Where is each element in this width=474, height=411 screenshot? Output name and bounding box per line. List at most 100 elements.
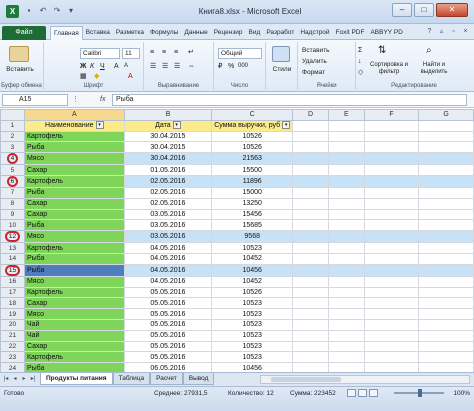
- empty-cell[interactable]: [363, 208, 420, 221]
- empty-cell[interactable]: [327, 219, 365, 232]
- row-header[interactable]: 23: [0, 351, 25, 364]
- cell-revenue[interactable]: 10523: [211, 297, 294, 310]
- cell-date[interactable]: 05.05.2016: [123, 340, 213, 353]
- zoom-level[interactable]: 100%: [453, 389, 470, 398]
- cell-date[interactable]: 03.05.2016: [123, 219, 213, 232]
- empty-cell[interactable]: [363, 242, 420, 254]
- cell-date[interactable]: 04.05.2016: [123, 252, 213, 265]
- paste-button[interactable]: Вставить: [2, 66, 38, 73]
- align-left-icon[interactable]: ☰: [150, 62, 156, 71]
- empty-cell[interactable]: [363, 230, 420, 244]
- row-header[interactable]: 7: [0, 186, 25, 199]
- empty-cell[interactable]: [418, 263, 474, 277]
- underline-button[interactable]: Ч: [100, 62, 105, 71]
- find-select-icon[interactable]: ⌕: [426, 46, 432, 56]
- styles-icon[interactable]: [272, 46, 290, 62]
- cell-name[interactable]: Мясо: [23, 275, 125, 288]
- row-header[interactable]: 24: [0, 362, 25, 372]
- cell-revenue[interactable]: 9568: [211, 230, 294, 244]
- empty-cell[interactable]: [327, 263, 365, 277]
- fill-color-icon[interactable]: ◆: [94, 72, 99, 81]
- cell-name[interactable]: Сахар: [23, 208, 125, 221]
- header-cell[interactable]: Дата ▾: [123, 119, 213, 132]
- empty-cell[interactable]: [418, 141, 474, 154]
- empty-cell[interactable]: [327, 340, 365, 353]
- column-header[interactable]: G: [418, 109, 474, 121]
- column-header[interactable]: D: [292, 109, 329, 121]
- row-header[interactable]: 4: [0, 152, 25, 166]
- empty-cell[interactable]: [292, 263, 329, 277]
- empty-cell[interactable]: [292, 340, 329, 353]
- sort-filter-button[interactable]: Сортировка и фильтр: [368, 62, 410, 76]
- cell-date[interactable]: 02.05.2016: [123, 197, 213, 210]
- align-center-icon[interactable]: ☰: [162, 62, 168, 71]
- delete-cells-button[interactable]: Удалить: [302, 57, 327, 66]
- empty-cell[interactable]: [327, 119, 365, 132]
- cell-revenue[interactable]: 10526: [211, 141, 294, 154]
- empty-cell[interactable]: [363, 197, 420, 210]
- select-all-corner[interactable]: [0, 109, 25, 121]
- tab-9[interactable]: Foxit PDF: [333, 26, 368, 40]
- empty-cell[interactable]: [292, 152, 329, 166]
- cell-date[interactable]: 30.04.2016: [123, 152, 213, 166]
- empty-cell[interactable]: [292, 286, 329, 299]
- cell-date[interactable]: 03.05.2016: [123, 208, 213, 221]
- cell-name[interactable]: Сахар: [23, 164, 125, 176]
- empty-cell[interactable]: [327, 329, 365, 342]
- row-header[interactable]: 10: [0, 219, 25, 232]
- cell-revenue[interactable]: 15000: [211, 186, 294, 199]
- empty-cell[interactable]: [292, 362, 329, 372]
- cell-name[interactable]: Мясо: [23, 230, 125, 244]
- find-select-button[interactable]: Найти и выделить: [414, 62, 454, 76]
- empty-cell[interactable]: [327, 186, 365, 199]
- row-header[interactable]: 5: [0, 164, 25, 176]
- cell-revenue[interactable]: 10523: [211, 242, 294, 254]
- empty-cell[interactable]: [363, 362, 420, 372]
- sheet-tab-1[interactable]: Таблица: [112, 373, 151, 385]
- empty-cell[interactable]: [418, 297, 474, 310]
- sort-filter-icon[interactable]: ⇅: [378, 46, 386, 56]
- insert-function-button[interactable]: fx: [100, 94, 105, 106]
- empty-cell[interactable]: [292, 174, 329, 188]
- row-header[interactable]: 21: [0, 329, 25, 342]
- cell-name[interactable]: Сахар: [23, 340, 125, 353]
- cell-revenue[interactable]: 10523: [211, 318, 294, 331]
- tab-2[interactable]: Разметка: [113, 26, 147, 40]
- sheet-tab-3[interactable]: Вывод: [182, 373, 215, 385]
- cell-date[interactable]: 05.05.2016: [123, 351, 213, 364]
- empty-cell[interactable]: [363, 308, 420, 320]
- bold-button[interactable]: Ж: [80, 62, 86, 71]
- empty-cell[interactable]: [292, 318, 329, 331]
- row-header[interactable]: 14: [0, 252, 25, 265]
- cell-date[interactable]: 04.05.2016: [123, 242, 213, 254]
- workbook-close-icon[interactable]: ×: [461, 27, 470, 36]
- cell-revenue[interactable]: 11896: [211, 174, 294, 188]
- row-header[interactable]: 1: [0, 119, 25, 132]
- empty-cell[interactable]: [327, 308, 365, 320]
- empty-cell[interactable]: [327, 174, 365, 188]
- empty-cell[interactable]: [363, 351, 420, 364]
- cell-name[interactable]: Рыба: [23, 362, 125, 372]
- empty-cell[interactable]: [363, 263, 420, 277]
- empty-cell[interactable]: [292, 219, 329, 232]
- cell-date[interactable]: 05.05.2016: [123, 297, 213, 310]
- tab-1[interactable]: Вставка: [83, 26, 113, 40]
- empty-cell[interactable]: [418, 174, 474, 188]
- thousands-button[interactable]: 000: [238, 62, 248, 71]
- row-header[interactable]: 16: [0, 275, 25, 288]
- empty-cell[interactable]: [327, 297, 365, 310]
- empty-cell[interactable]: [363, 318, 420, 331]
- tab-0[interactable]: Главная: [50, 26, 83, 40]
- filter-dropdown-icon[interactable]: ▾: [282, 121, 291, 130]
- empty-cell[interactable]: [327, 318, 365, 331]
- cell-revenue[interactable]: 10523: [211, 308, 294, 320]
- empty-cell[interactable]: [327, 130, 365, 143]
- empty-cell[interactable]: [327, 152, 365, 166]
- align-bottom-icon[interactable]: ≡: [174, 48, 178, 57]
- worksheet-grid[interactable]: A B C D E F G 1 Наименование ▾ Дата ▾ Сумма выручки,…: [0, 109, 474, 372]
- cell-name[interactable]: Сахар: [23, 197, 125, 210]
- font-size-select[interactable]: 11: [122, 48, 140, 59]
- help-icon[interactable]: ?: [425, 27, 434, 36]
- empty-cell[interactable]: [418, 275, 474, 288]
- tab-4[interactable]: Данные: [181, 26, 210, 40]
